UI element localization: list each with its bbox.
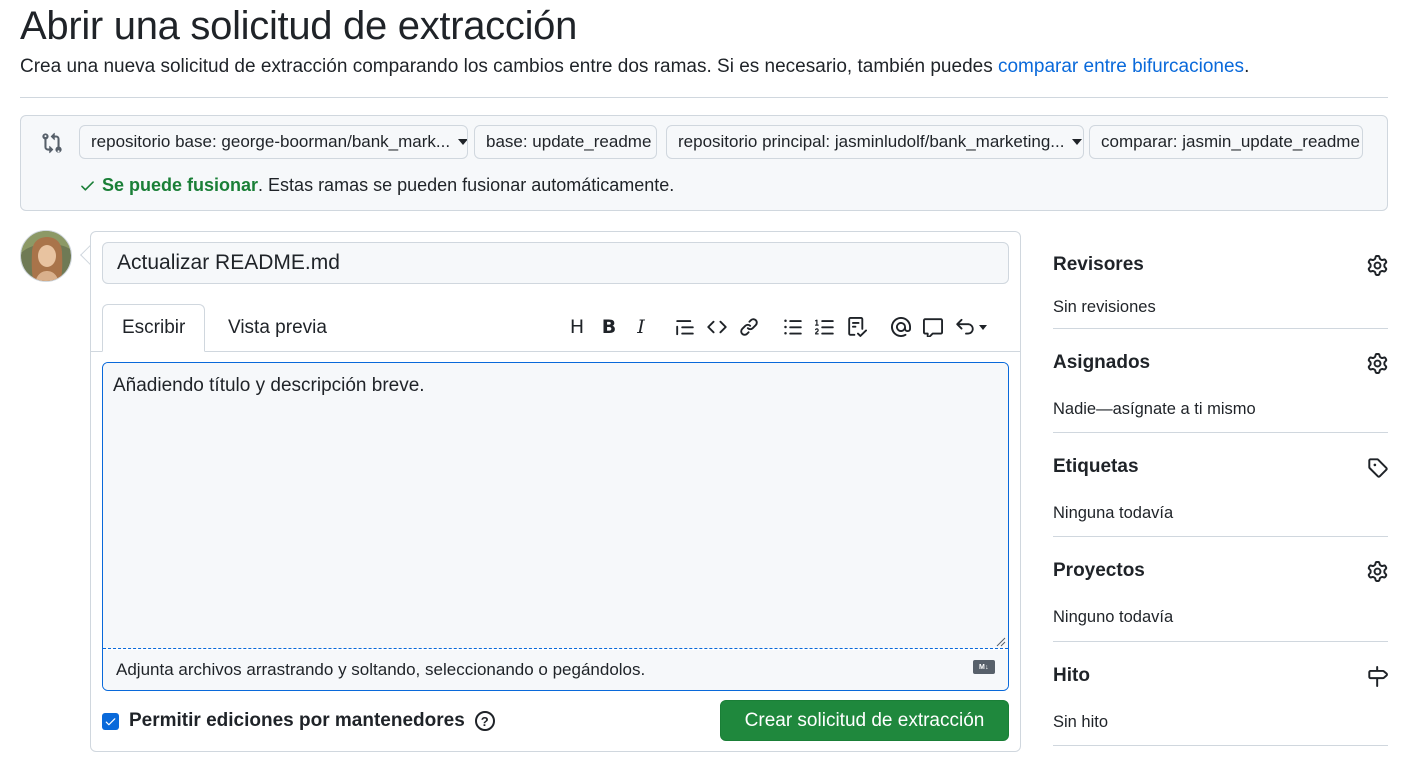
italic-icon[interactable]: I: [625, 314, 657, 340]
merge-status-text: . Estas ramas se pueden fusionar automát…: [258, 175, 675, 195]
gear-icon[interactable]: [1367, 254, 1388, 276]
head-repo-label: repositorio principal: jasminludolf/bank…: [678, 132, 1065, 151]
base-repo-label: repositorio base: george-boorman/bank_ma…: [91, 132, 451, 151]
gear-icon[interactable]: [1367, 560, 1388, 582]
avatar[interactable]: [20, 230, 72, 282]
ordered-list-icon[interactable]: [809, 314, 841, 340]
header-divider: [20, 97, 1388, 98]
labels-title: Etiquetas: [1053, 456, 1139, 477]
base-branch-select[interactable]: base: update_readme: [474, 125, 657, 159]
file-attach-bar[interactable]: Adjunta archivos arrastrando y soltando,…: [103, 650, 1008, 690]
compare-branch-label: comparar: jasmin_update_readme: [1101, 132, 1360, 151]
maintainer-edits-option: Permitir ediciones por mantenedores ?: [102, 710, 495, 732]
labels-header[interactable]: Etiquetas: [1053, 454, 1388, 480]
sidebar-divider: [1053, 328, 1388, 329]
reviewers-header[interactable]: Revisores: [1053, 252, 1388, 278]
task-list-icon[interactable]: [841, 314, 873, 340]
undo-icon[interactable]: [949, 314, 993, 340]
sidebar-divider: [1053, 745, 1388, 746]
pr-form: Escribir Vista previa H B I Añadiendo tí…: [90, 231, 1021, 752]
milestone-icon[interactable]: [1367, 665, 1388, 687]
merge-status: Se puede fusionar. Estas ramas se pueden…: [79, 175, 674, 196]
comment-editor: Añadiendo título y descripción breve. Ad…: [102, 362, 1009, 691]
quote-icon[interactable]: [669, 314, 701, 340]
create-pull-request-button[interactable]: Crear solicitud de extracción: [720, 700, 1009, 741]
check-icon: [79, 177, 96, 194]
gear-icon[interactable]: [1367, 352, 1388, 374]
markdown-toolbar: H B I: [561, 314, 993, 340]
attach-hint: Adjunta archivos arrastrando y soltando,…: [116, 660, 646, 679]
sidebar-divider: [1053, 432, 1388, 433]
maintainer-edits-label: Permitir ediciones por mantenedores: [129, 710, 465, 731]
base-branch-label: base: update_readme: [486, 132, 652, 151]
assignees-value[interactable]: Nadie—asígnate a ti mismo: [1053, 400, 1256, 419]
assignees-title: Asignados: [1053, 352, 1151, 373]
link-icon[interactable]: [733, 314, 765, 340]
tab-preview[interactable]: Vista previa: [209, 304, 346, 352]
branch-compare-box: repositorio base: george-boorman/bank_ma…: [20, 115, 1388, 211]
labels-value: Ninguna todavía: [1053, 504, 1174, 522]
page-title: Abrir una solicitud de extracción: [20, 4, 578, 48]
milestone-title: Hito: [1053, 665, 1090, 686]
unordered-list-icon[interactable]: [777, 314, 809, 340]
heading-icon[interactable]: H: [561, 314, 593, 340]
milestone-header[interactable]: Hito: [1053, 663, 1388, 689]
markdown-icon[interactable]: M↓: [973, 660, 995, 674]
base-repo-select[interactable]: repositorio base: george-boorman/bank_ma…: [79, 125, 468, 159]
sidebar-divider: [1053, 536, 1388, 537]
code-icon[interactable]: [701, 314, 733, 340]
chevron-down-icon: [979, 324, 987, 330]
projects-value: Ninguno todavía: [1053, 608, 1174, 626]
pr-title-input[interactable]: [102, 242, 1009, 284]
assignees-header[interactable]: Asignados: [1053, 350, 1388, 376]
check-icon: [105, 717, 116, 725]
tag-icon[interactable]: [1367, 457, 1388, 478]
mention-icon[interactable]: [885, 314, 917, 340]
projects-title: Proyectos: [1053, 560, 1145, 581]
milestone-value: Sin hito: [1053, 713, 1109, 731]
reviewers-title: Revisores: [1053, 254, 1144, 275]
page-subtitle: Crea una nueva solicitud de extracción c…: [20, 56, 1249, 78]
reference-icon[interactable]: [917, 314, 949, 340]
sidebar-divider: [1053, 641, 1388, 642]
reviewers-value: Sin revisiones: [1053, 298, 1156, 316]
head-repo-select[interactable]: repositorio principal: jasminludolf/bank…: [666, 125, 1084, 159]
maintainer-edits-checkbox[interactable]: [102, 712, 119, 730]
subtitle-end: .: [1244, 56, 1250, 77]
git-compare-icon: [41, 132, 63, 154]
subtitle-text: Crea una nueva solicitud de extracción c…: [20, 56, 998, 77]
compare-forks-link[interactable]: comparar entre bifurcaciones: [998, 56, 1244, 77]
question-icon[interactable]: ?: [474, 711, 495, 731]
compare-branch-select[interactable]: comparar: jasmin_update_readme: [1089, 125, 1363, 159]
tab-write[interactable]: Escribir: [102, 304, 206, 352]
merge-ok-label: Se puede fusionar: [102, 175, 259, 195]
projects-header[interactable]: Proyectos: [1053, 558, 1388, 584]
comment-body-textarea[interactable]: Añadiendo título y descripción breve.: [103, 363, 1008, 649]
chevron-down-icon: [1072, 139, 1083, 145]
resize-handle-icon[interactable]: [994, 634, 1006, 647]
bold-icon[interactable]: B: [593, 314, 625, 340]
chevron-down-icon: [458, 139, 467, 145]
